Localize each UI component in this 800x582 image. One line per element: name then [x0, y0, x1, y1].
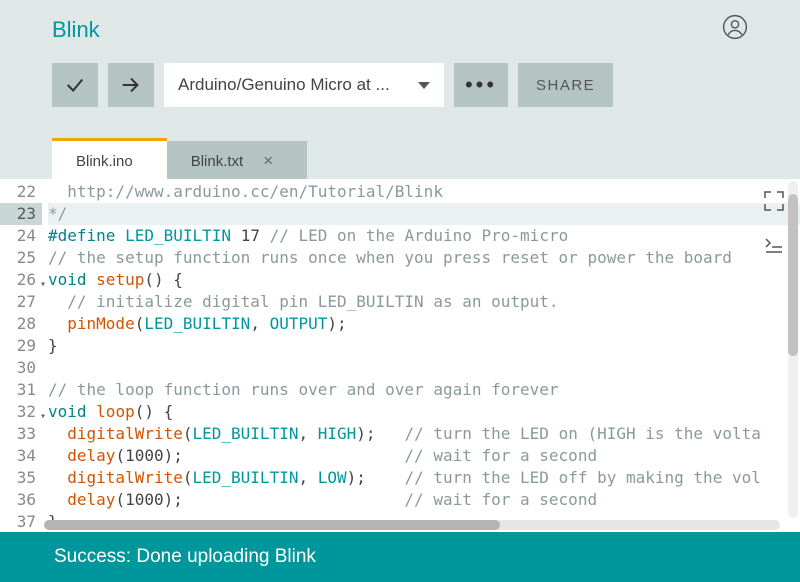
code-line[interactable]: */: [48, 203, 800, 225]
code-line[interactable]: delay(1000); // wait for a second: [48, 445, 800, 467]
line-number: 22: [0, 181, 42, 203]
line-number: 35: [0, 467, 42, 489]
header: Blink Arduino/Genuino Micro at ... ••• S…: [0, 0, 800, 107]
code-line[interactable]: // the setup function runs once when you…: [48, 247, 800, 269]
tab-bar: Blink.inoBlink.txt: [52, 141, 800, 179]
sketch-title: Blink: [52, 17, 100, 43]
share-button[interactable]: SHARE: [518, 63, 613, 107]
scrollbar-vertical[interactable]: [788, 181, 798, 518]
status-bar: Success: Done uploading Blink: [0, 532, 800, 582]
chevron-down-icon: [418, 82, 430, 89]
code-line[interactable]: digitalWrite(LED_BUILTIN, HIGH); // turn…: [48, 423, 800, 445]
scrollbar-horizontal[interactable]: [44, 520, 780, 530]
code-line[interactable]: void loop() {: [48, 401, 800, 423]
code-line[interactable]: digitalWrite(LED_BUILTIN, LOW); // turn …: [48, 467, 800, 489]
board-select-label: Arduino/Genuino Micro at ...: [178, 75, 390, 95]
line-number: 27: [0, 291, 42, 313]
line-gutter: 22232425262728293031323334353637: [0, 179, 42, 532]
line-number: 32: [0, 401, 42, 423]
more-menu-button[interactable]: •••: [454, 63, 508, 107]
code-line[interactable]: }: [48, 335, 800, 357]
user-icon[interactable]: [722, 14, 748, 45]
upload-button[interactable]: [108, 63, 154, 107]
tab-blink-ino[interactable]: Blink.ino: [52, 141, 167, 179]
tab-blink-txt[interactable]: Blink.txt: [167, 141, 307, 179]
code-line[interactable]: // initialize digital pin LED_BUILTIN as…: [48, 291, 800, 313]
line-number: 25: [0, 247, 42, 269]
editor-tools: [762, 189, 786, 261]
code-line[interactable]: [48, 357, 800, 379]
details-icon[interactable]: [762, 233, 786, 261]
line-number: 29: [0, 335, 42, 357]
code-area[interactable]: http://www.arduino.cc/en/Tutorial/Blink*…: [42, 179, 800, 532]
line-number: 28: [0, 313, 42, 335]
code-line[interactable]: pinMode(LED_BUILTIN, OUTPUT);: [48, 313, 800, 335]
code-line[interactable]: delay(1000); // wait for a second: [48, 489, 800, 511]
code-line[interactable]: // the loop function runs over and over …: [48, 379, 800, 401]
line-number: 30: [0, 357, 42, 379]
line-number: 24: [0, 225, 42, 247]
verify-button[interactable]: [52, 63, 98, 107]
line-number: 26: [0, 269, 42, 291]
line-number: 33: [0, 423, 42, 445]
line-number: 36: [0, 489, 42, 511]
board-select[interactable]: Arduino/Genuino Micro at ...: [164, 63, 444, 107]
line-number: 37: [0, 511, 42, 532]
line-number: 31: [0, 379, 42, 401]
code-line[interactable]: http://www.arduino.cc/en/Tutorial/Blink: [48, 181, 800, 203]
fullscreen-icon[interactable]: [762, 189, 786, 217]
line-number: 23: [0, 203, 42, 225]
line-number: 34: [0, 445, 42, 467]
code-line[interactable]: #define LED_BUILTIN 17 // LED on the Ard…: [48, 225, 800, 247]
toolbar: Arduino/Genuino Micro at ... ••• SHARE: [52, 63, 748, 107]
code-editor[interactable]: 22232425262728293031323334353637 http://…: [0, 179, 800, 532]
code-line[interactable]: void setup() {: [48, 269, 800, 291]
